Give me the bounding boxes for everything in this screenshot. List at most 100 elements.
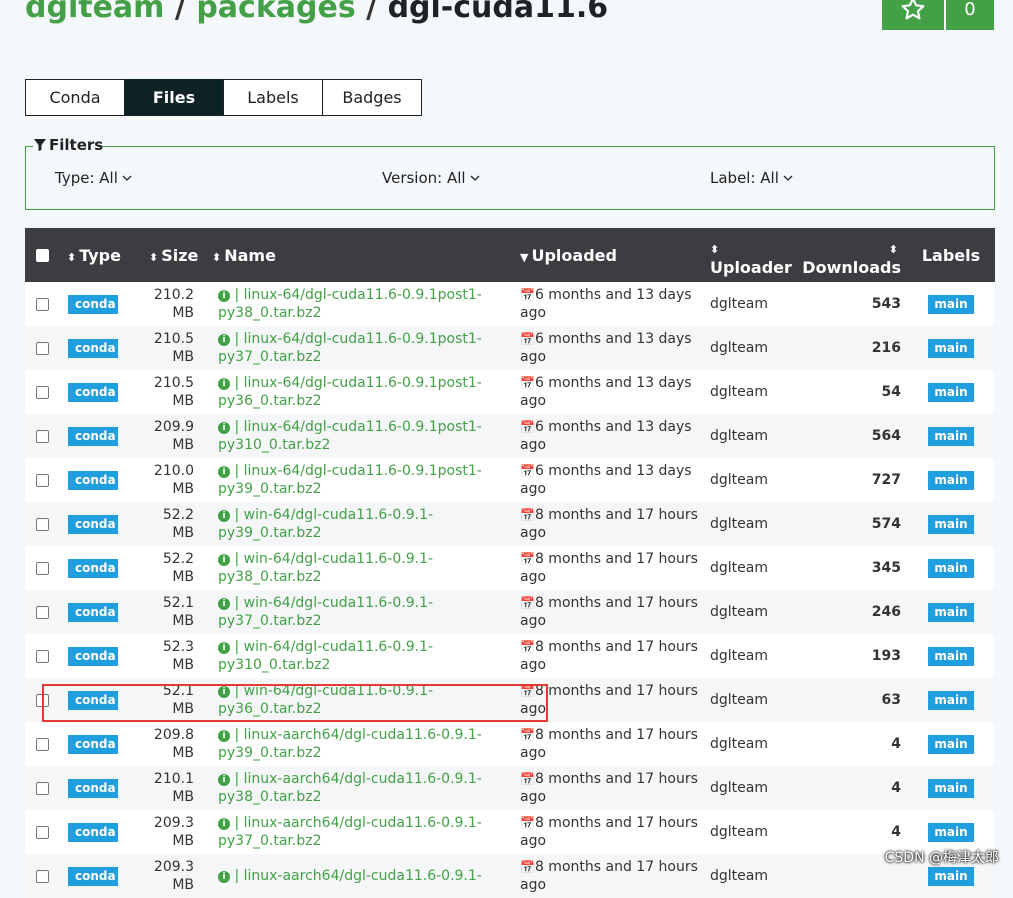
label-badge[interactable]: main: [928, 338, 974, 358]
file-link[interactable]: | win-64/dgl-cuda11.6-0.9.1-py39_0.tar.b…: [218, 507, 433, 541]
version-filter-label: Version: All: [382, 169, 466, 187]
file-size: 52.1 MB: [162, 595, 194, 629]
uploaded-time: 8 months and 17 hours ago: [520, 727, 698, 761]
select-all-checkbox[interactable]: [36, 248, 49, 262]
file-size: 210.1 MB: [153, 771, 194, 805]
label-badge[interactable]: main: [928, 690, 974, 710]
tab-files[interactable]: Files: [124, 79, 224, 116]
type-badge: conda: [68, 338, 118, 358]
file-link[interactable]: | win-64/dgl-cuda11.6-0.9.1-py36_0.tar.b…: [218, 683, 433, 717]
info-icon[interactable]: i: [218, 730, 230, 742]
row-checkbox[interactable]: [36, 869, 49, 883]
info-icon[interactable]: i: [218, 290, 230, 302]
info-icon[interactable]: i: [218, 598, 230, 610]
label-badge[interactable]: main: [928, 294, 974, 314]
uploaded-time: 8 months and 17 hours ago: [520, 595, 698, 629]
uploader-name: dglteam: [710, 824, 768, 840]
info-icon[interactable]: i: [218, 422, 230, 434]
uploaded-time: 8 months and 17 hours ago: [520, 859, 698, 893]
tab-badges[interactable]: Badges: [322, 79, 422, 116]
row-checkbox[interactable]: [36, 517, 49, 531]
calendar-icon: 📅: [520, 376, 535, 390]
info-icon[interactable]: i: [218, 334, 230, 346]
label-badge[interactable]: main: [928, 426, 974, 446]
owner-link[interactable]: dglteam: [25, 0, 164, 25]
calendar-icon: 📅: [520, 464, 535, 478]
row-checkbox[interactable]: [36, 297, 49, 311]
label-badge[interactable]: main: [928, 734, 974, 754]
label-badge[interactable]: main: [928, 602, 974, 622]
table-row: conda 210.1 MB i | linux-aarch64/dgl-cuda1…: [25, 766, 995, 810]
uploaded-column-header[interactable]: ▼ Uploaded: [520, 228, 710, 282]
sort-icon: ⬍: [888, 243, 898, 256]
page-title: dglteam / packages / dgl-cuda11.6: [25, 0, 608, 28]
row-checkbox[interactable]: [36, 341, 49, 355]
uploader-name: dglteam: [710, 428, 768, 444]
row-checkbox[interactable]: [36, 473, 49, 487]
tab-bar: Conda Files Labels Badges: [25, 79, 422, 116]
row-checkbox[interactable]: [36, 825, 49, 839]
uploader-column-header[interactable]: ⬍ Uploader: [710, 228, 795, 282]
tab-labels[interactable]: Labels: [223, 79, 323, 116]
download-count: 216: [871, 340, 901, 356]
label-badge[interactable]: main: [928, 470, 974, 490]
label-badge[interactable]: main: [928, 646, 974, 666]
row-checkbox[interactable]: [36, 561, 49, 575]
label-badge[interactable]: main: [928, 382, 974, 402]
table-header: ⬍ Type ⬍ Size ⬍ Name ▼ Uploaded ⬍ Uploader ⬍ D…: [25, 228, 995, 282]
file-link[interactable]: | win-64/dgl-cuda11.6-0.9.1-py310_0.tar.…: [218, 639, 433, 673]
row-checkbox[interactable]: [36, 737, 49, 751]
type-badge: conda: [68, 866, 118, 886]
label-badge[interactable]: main: [928, 778, 974, 798]
file-link[interactable]: | linux-aarch64/dgl-cuda11.6-0.9.1-: [234, 868, 481, 884]
info-icon[interactable]: i: [218, 378, 230, 390]
file-link[interactable]: | linux-64/dgl-cuda11.6-0.9.1post1-py310…: [218, 419, 482, 453]
version-filter-dropdown[interactable]: Version: All: [382, 169, 480, 187]
row-checkbox[interactable]: [36, 781, 49, 795]
packages-link[interactable]: packages: [196, 0, 355, 25]
file-link[interactable]: | linux-64/dgl-cuda11.6-0.9.1post1-py36_…: [218, 375, 482, 409]
tab-conda[interactable]: Conda: [25, 79, 125, 116]
info-icon[interactable]: i: [218, 774, 230, 786]
table-row: conda 210.2 MB i | linux-64/dgl-cuda11.6-0…: [25, 282, 995, 326]
type-filter-dropdown[interactable]: Type: All: [55, 169, 132, 187]
row-checkbox[interactable]: [36, 649, 49, 663]
file-link[interactable]: | linux-64/dgl-cuda11.6-0.9.1post1-py38_…: [218, 287, 482, 321]
name-column-header[interactable]: ⬍ Name: [198, 228, 520, 282]
file-link[interactable]: | linux-aarch64/dgl-cuda11.6-0.9.1-py39_…: [218, 727, 482, 761]
label-badge[interactable]: main: [928, 514, 974, 534]
info-icon[interactable]: i: [218, 510, 230, 522]
file-link[interactable]: | win-64/dgl-cuda11.6-0.9.1-py37_0.tar.b…: [218, 595, 433, 629]
star-button[interactable]: [882, 0, 944, 30]
table-row: conda 52.2 MB i | win-64/dgl-cuda11.6-0.9.…: [25, 502, 995, 546]
file-size: 209.3 MB: [153, 815, 194, 849]
file-link[interactable]: | linux-aarch64/dgl-cuda11.6-0.9.1-py37_…: [218, 815, 482, 849]
label-filter-dropdown[interactable]: Label: All: [710, 169, 793, 187]
sort-icon: ⬍: [67, 250, 77, 264]
row-checkbox[interactable]: [36, 429, 49, 443]
info-icon[interactable]: i: [218, 871, 230, 883]
uploaded-time: 8 months and 17 hours ago: [520, 683, 698, 717]
info-icon[interactable]: i: [218, 554, 230, 566]
file-link[interactable]: | linux-64/dgl-cuda11.6-0.9.1post1-py39_…: [218, 463, 482, 497]
type-badge: conda: [68, 426, 118, 446]
type-column-header[interactable]: ⬍ Type: [60, 228, 145, 282]
label-badge[interactable]: main: [928, 866, 974, 886]
info-icon[interactable]: i: [218, 466, 230, 478]
type-badge: conda: [68, 778, 118, 798]
file-link[interactable]: | linux-64/dgl-cuda11.6-0.9.1post1-py37_…: [218, 331, 482, 365]
label-badge[interactable]: main: [928, 558, 974, 578]
info-icon[interactable]: i: [218, 686, 230, 698]
file-size: 210.0 MB: [153, 463, 194, 497]
info-icon[interactable]: i: [218, 642, 230, 654]
file-link[interactable]: | win-64/dgl-cuda11.6-0.9.1-py38_0.tar.b…: [218, 551, 433, 585]
info-icon[interactable]: i: [218, 818, 230, 830]
uploader-name: dglteam: [710, 296, 768, 312]
size-column-header[interactable]: ⬍ Size: [145, 228, 198, 282]
row-checkbox[interactable]: [36, 693, 49, 707]
row-checkbox[interactable]: [36, 385, 49, 399]
row-checkbox[interactable]: [36, 605, 49, 619]
label-badge[interactable]: main: [928, 822, 974, 842]
downloads-column-header[interactable]: ⬍ Downloads: [795, 228, 907, 282]
file-link[interactable]: | linux-aarch64/dgl-cuda11.6-0.9.1-py38_…: [218, 771, 482, 805]
